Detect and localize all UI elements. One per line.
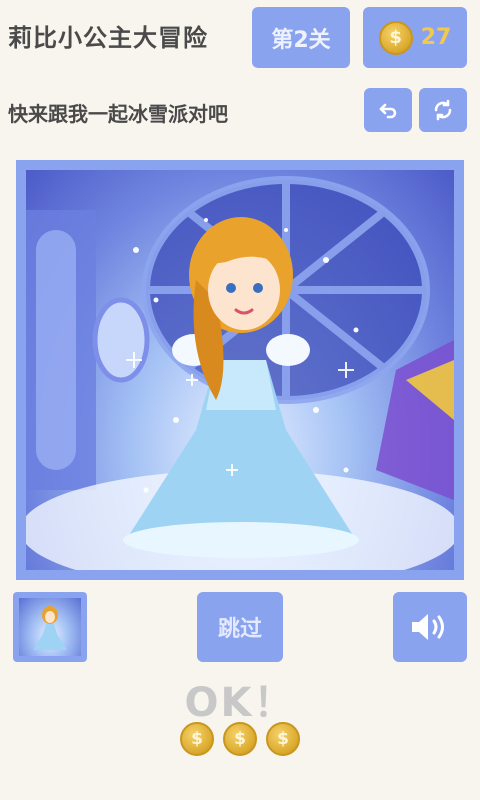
preview-thumbnail[interactable]	[13, 592, 87, 662]
refresh-icon	[434, 99, 452, 121]
undo-button[interactable]	[364, 88, 412, 132]
coin-icon: $	[378, 20, 413, 55]
thumbnail-image	[19, 598, 81, 656]
princess-illustration	[26, 176, 454, 570]
reward-coin-icon: $	[266, 722, 300, 756]
reward-coins: $ $ $	[180, 722, 300, 756]
game-title: 莉比小公主大冒险	[8, 24, 208, 52]
puzzle-image[interactable]	[26, 170, 454, 570]
puzzle-frame	[16, 160, 464, 580]
prompt-text: 快来跟我一起冰雪派对吧	[8, 102, 228, 126]
speaker-icon	[412, 614, 444, 640]
coin-count: 27	[420, 25, 452, 50]
result-text: OK！	[184, 680, 296, 726]
refresh-button[interactable]	[419, 88, 467, 132]
reward-coin-icon: $	[223, 722, 257, 756]
reward-coin-icon: $	[180, 722, 214, 756]
skip-button[interactable]: 跳过	[197, 592, 283, 662]
sound-button[interactable]	[393, 592, 467, 662]
coin-counter[interactable]: $ 27	[363, 7, 467, 68]
level-button[interactable]: 第2关	[252, 7, 350, 68]
undo-icon	[379, 103, 397, 119]
